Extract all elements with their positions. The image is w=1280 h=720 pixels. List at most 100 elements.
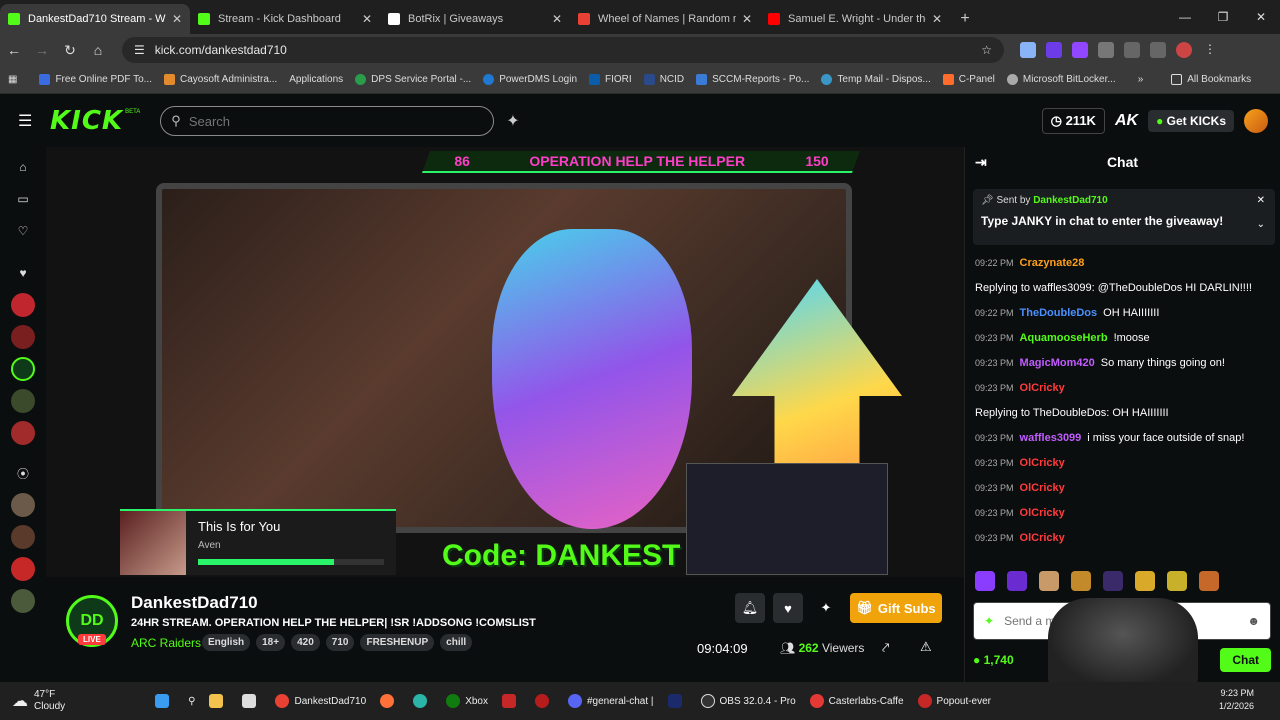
emote-icon[interactable] [975, 571, 995, 591]
explorer-button[interactable] [209, 694, 228, 708]
tag[interactable]: chill [440, 634, 473, 651]
channel-avatar[interactable] [11, 389, 35, 413]
taskbar-app[interactable] [501, 694, 521, 708]
unpin-icon[interactable]: ✕ [1257, 195, 1265, 206]
taskbar-app[interactable]: OBS 32.0.4 - Pro [700, 694, 796, 708]
report-icon[interactable]: ⚠ [920, 639, 932, 655]
tab-2[interactable]: BotRix | Giveaways ✕ [380, 4, 570, 34]
channel-avatar[interactable] [11, 357, 35, 381]
store-button[interactable] [242, 694, 261, 708]
taskbar-app[interactable] [380, 694, 399, 708]
home-icon[interactable]: ⌂ [84, 42, 112, 58]
notification-bell-button[interactable]: 🔔︎ [735, 593, 765, 623]
tag[interactable]: English [202, 634, 251, 651]
site-info-icon[interactable]: ☰ [134, 43, 145, 57]
expand-chevron-icon[interactable]: ⌄ [1257, 219, 1265, 230]
menu-icon[interactable]: ⋮ [1202, 42, 1218, 58]
bookmark-item[interactable]: Cayosoft Administra... [163, 74, 277, 85]
tab-0[interactable]: DankestDad710 Stream - W ✕ [0, 4, 190, 34]
tag[interactable]: FRESHENUP [360, 634, 435, 651]
taskbar-app[interactable]: Xbox [446, 694, 488, 708]
search-button[interactable]: ⚲ [188, 696, 195, 707]
tag[interactable]: 420 [291, 634, 320, 651]
message-username[interactable]: OlCricky [1020, 482, 1065, 494]
message-username[interactable]: OlCricky [1020, 532, 1065, 544]
tag[interactable]: 710 [325, 634, 355, 651]
video-player[interactable]: 86 OPERATION HELP THE HELPER 150 This Is… [46, 147, 964, 577]
taskbar-app[interactable] [534, 694, 554, 708]
sparkle-icon[interactable]: ✦ [984, 614, 994, 628]
emote-icon[interactable] [1103, 571, 1123, 591]
heart-icon[interactable]: ♥ [11, 261, 35, 285]
broadcast-icon[interactable]: ⦿ [11, 461, 35, 485]
extension-icon[interactable] [1046, 42, 1062, 58]
kicks-balance[interactable]: ● 1,740 [973, 653, 1014, 667]
forward-icon[interactable]: → [28, 42, 56, 58]
bookmark-item[interactable]: PowerDMS Login [483, 74, 577, 85]
message-username[interactable]: TheDoubleDos [1020, 307, 1098, 319]
tag[interactable]: 18+ [256, 634, 286, 651]
new-tab-button[interactable]: + [950, 4, 980, 34]
extension-icon[interactable] [1020, 42, 1036, 58]
emote-icon[interactable] [1167, 571, 1187, 591]
bookmark-item[interactable]: DPS Service Portal -... [355, 74, 471, 85]
chat-send-button[interactable]: Chat [1220, 648, 1271, 672]
sparkle-icon[interactable]: ✦ [506, 111, 519, 131]
kick-logo[interactable]: KICK [50, 106, 123, 136]
taskbar-app[interactable]: Casterlabs-Caffe [809, 694, 904, 708]
bookmark-item[interactable]: C-Panel [942, 74, 995, 85]
bookmark-item[interactable]: Temp Mail - Dispos... [821, 74, 931, 85]
close-tab-icon[interactable]: ✕ [932, 12, 942, 26]
apps-grid-icon[interactable]: ▦ [8, 74, 17, 85]
channel-avatar[interactable] [11, 421, 35, 445]
close-window-icon[interactable]: ✕ [1242, 0, 1280, 34]
taskbar-app[interactable]: Popout-ever [917, 694, 991, 708]
home-nav-icon[interactable]: ⌂ [11, 155, 35, 179]
get-kicks-button[interactable]: ● Get KICKs [1148, 110, 1234, 132]
browse-nav-icon[interactable]: ▭ [11, 187, 35, 211]
close-tab-icon[interactable]: ✕ [742, 12, 752, 26]
bookmark-item[interactable]: Applications [289, 74, 343, 85]
search-bar[interactable]: ⚲ [160, 106, 495, 136]
tab-1[interactable]: Stream - Kick Dashboard ✕ [190, 4, 380, 34]
emote-icon[interactable] [1039, 571, 1059, 591]
emote-icon[interactable] [1071, 571, 1091, 591]
points-badge[interactable]: ◷ 211K [1041, 108, 1105, 134]
emoji-icon[interactable]: ☻ [1247, 614, 1260, 628]
channel-avatar[interactable] [11, 589, 35, 613]
channel-avatar[interactable] [11, 325, 35, 349]
message-username[interactable]: OlCricky [1020, 507, 1065, 519]
tab-3[interactable]: Wheel of Names | Random nam✕ [570, 4, 760, 34]
emote-icon[interactable] [1007, 571, 1027, 591]
ak-logo-icon[interactable]: AK [1115, 112, 1138, 130]
close-tab-icon[interactable]: ✕ [362, 12, 372, 26]
close-tab-icon[interactable]: ✕ [172, 12, 182, 26]
message-username[interactable]: AquamooseHerb [1020, 332, 1108, 344]
category-link[interactable]: ARC Raiders [131, 636, 201, 650]
bookmark-star-icon[interactable]: ☆ [981, 43, 992, 57]
follow-heart-button[interactable]: ♥ [773, 593, 803, 623]
hamburger-menu-icon[interactable]: ☰ [18, 111, 32, 131]
emote-icon[interactable] [1135, 571, 1155, 591]
tab-4[interactable]: Samuel E. Wright - Under the S✕ [760, 4, 950, 34]
profile-avatar[interactable] [1176, 42, 1192, 58]
bookmark-item[interactable]: Microsoft BitLocker... [1006, 74, 1116, 85]
bookmark-item[interactable]: SCCM-Reports - Po... [696, 74, 809, 85]
bookmark-item[interactable]: FIORI [589, 74, 632, 85]
sparkle-button[interactable]: ✦ [811, 593, 841, 623]
sidepanel-icon[interactable] [1124, 42, 1140, 58]
media-icon[interactable] [1150, 42, 1166, 58]
taskbar-app[interactable] [667, 694, 687, 708]
puzzle-icon[interactable] [1098, 42, 1114, 58]
search-input[interactable] [188, 113, 449, 129]
message-username[interactable]: OlCricky [1020, 382, 1065, 394]
channel-avatar[interactable] [11, 525, 35, 549]
message-username[interactable]: waffles3099 [1020, 432, 1082, 444]
bookmark-item[interactable]: NCID [643, 74, 684, 85]
more-bookmarks-icon[interactable]: » [1138, 74, 1144, 85]
minimize-icon[interactable]: — [1166, 0, 1204, 34]
message-username[interactable]: MagicMom420 [1020, 357, 1095, 369]
twitch-extension-icon[interactable] [1072, 42, 1088, 58]
start-button[interactable] [155, 694, 174, 708]
emote-icon[interactable] [1199, 571, 1219, 591]
